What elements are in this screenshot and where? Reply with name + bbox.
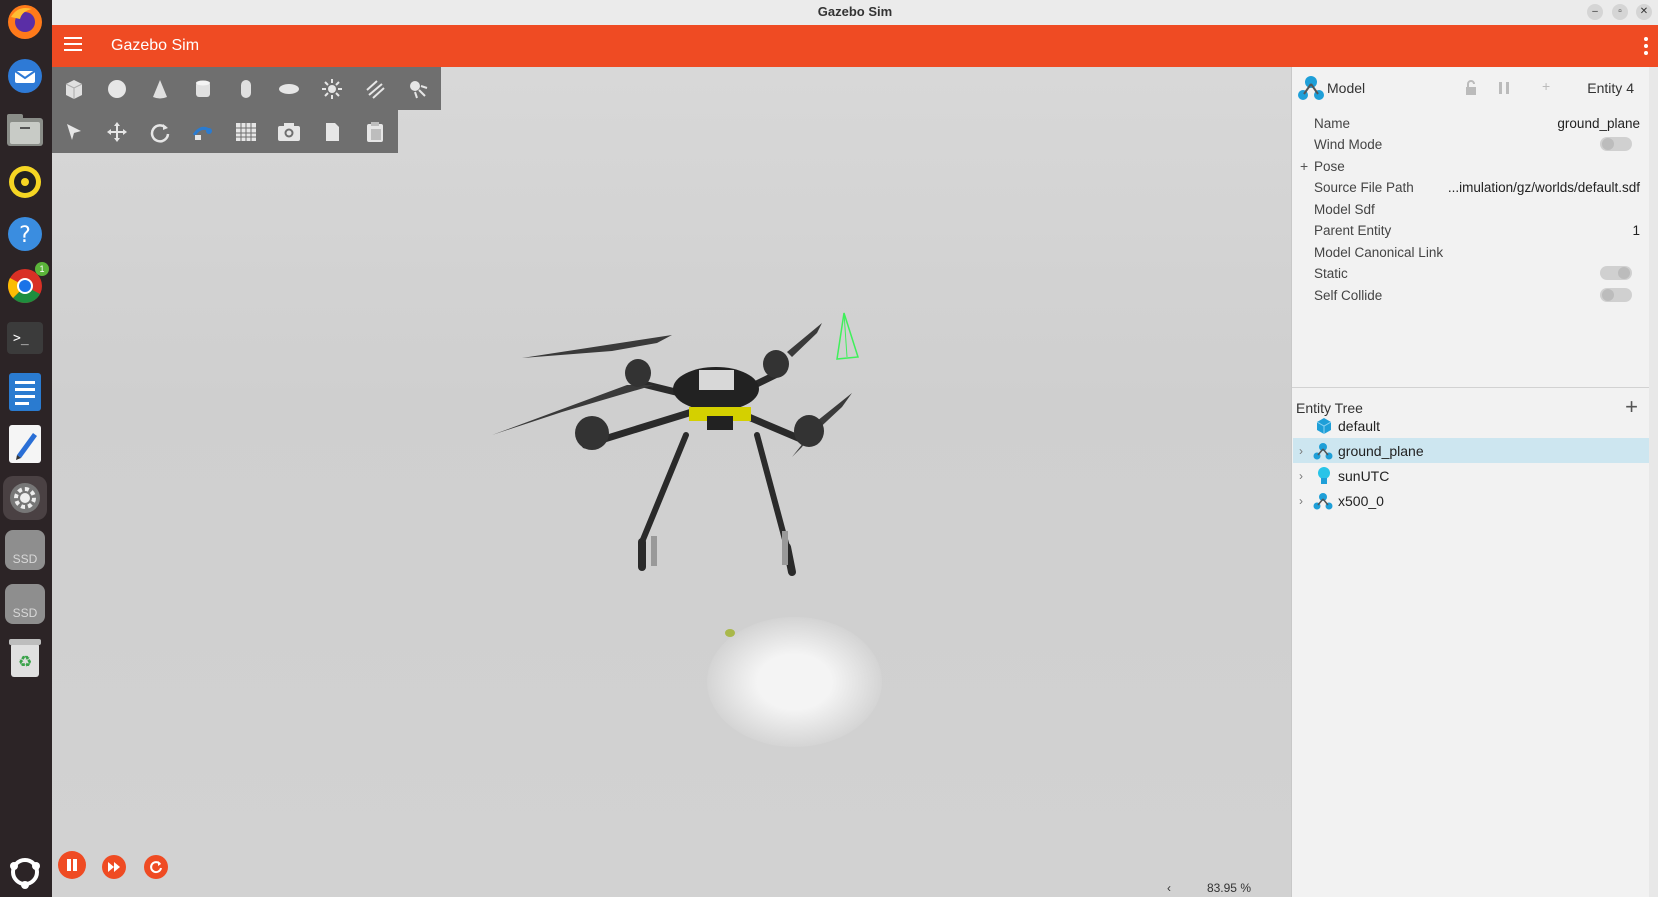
- minimize-button[interactable]: –: [1587, 4, 1603, 20]
- static-row: Static: [1292, 262, 1650, 284]
- right-panel: Model + Entity 4 Name ground_plane Wind …: [1291, 67, 1650, 897]
- tree-item-label: x500_0: [1338, 492, 1384, 509]
- self-collide-toggle[interactable]: [1600, 288, 1632, 302]
- svg-text:♻: ♻: [18, 652, 32, 671]
- property-label: Name: [1314, 115, 1351, 131]
- writer-icon[interactable]: [5, 372, 45, 412]
- property-label: Model Canonical Link: [1314, 244, 1444, 260]
- wind-mode-toggle[interactable]: [1600, 137, 1632, 151]
- thunderbird-icon[interactable]: [5, 56, 45, 96]
- property-label: Wind Mode: [1314, 136, 1383, 152]
- property-label: Source File Path: [1314, 179, 1414, 195]
- pose-row[interactable]: + Pose: [1292, 155, 1650, 177]
- entity-id-label: Entity 4: [1587, 80, 1634, 96]
- model-icon: [1313, 492, 1333, 509]
- text-editor-icon[interactable]: [5, 424, 45, 464]
- wind-mode-row: Wind Mode: [1292, 133, 1650, 155]
- tree-item-label: ground_plane: [1338, 442, 1424, 459]
- notification-badge: 1: [35, 262, 49, 276]
- source-file-path-row: Source File Path ...imulation/gz/worlds/…: [1292, 176, 1650, 198]
- source-file-path-value: ...imulation/gz/worlds/default.sdf: [1447, 179, 1640, 195]
- hamburger-menu-icon[interactable]: [64, 37, 82, 51]
- settings-icon[interactable]: [3, 476, 47, 520]
- component-type-label: Model: [1327, 80, 1366, 96]
- ubuntu-dock: ? 1 >_ SSD SSD ♻: [0, 0, 52, 897]
- more-options-icon[interactable]: [1640, 37, 1652, 57]
- svg-text:>_: >_: [13, 331, 29, 346]
- trash-icon[interactable]: ♻: [5, 638, 45, 678]
- parent-entity-row: Parent Entity 1: [1292, 219, 1650, 241]
- component-inspector-header: Model + Entity 4: [1292, 67, 1650, 109]
- property-label: Pose: [1314, 158, 1345, 174]
- right-scrollbar[interactable]: [1649, 67, 1658, 897]
- expand-icon[interactable]: +: [1300, 158, 1308, 174]
- tree-item-default[interactable]: default: [1293, 413, 1650, 438]
- show-apps-icon[interactable]: [5, 852, 45, 892]
- terminal-icon[interactable]: >_: [5, 318, 45, 358]
- model-sdf-row: Model Sdf: [1292, 198, 1650, 220]
- name-row: Name ground_plane: [1292, 112, 1650, 134]
- property-label: Self Collide: [1314, 287, 1383, 303]
- chevron-right-icon[interactable]: ›: [1299, 469, 1303, 483]
- model-icon: [1298, 76, 1324, 100]
- step-forward-button[interactable]: [102, 855, 126, 879]
- name-value: ground_plane: [1557, 115, 1640, 131]
- rhythmbox-icon[interactable]: [5, 162, 45, 202]
- window-titlebar: Gazebo Sim – ▫ ✕: [52, 0, 1658, 26]
- model-canonical-link-row: Model Canonical Link: [1292, 241, 1650, 263]
- chevron-right-icon[interactable]: ›: [1299, 444, 1303, 458]
- maximize-button[interactable]: ▫: [1612, 4, 1628, 20]
- ssd-drive-icon[interactable]: SSD: [5, 530, 45, 570]
- pause-button[interactable]: [58, 851, 86, 879]
- pause-updates-icon[interactable]: [1497, 80, 1511, 96]
- collapse-stats-arrow-icon[interactable]: ‹: [1167, 881, 1171, 895]
- lock-icon[interactable]: [1464, 80, 1478, 96]
- model-icon: [1313, 442, 1333, 459]
- real-time-factor: 83.95 %: [1206, 881, 1251, 895]
- ssd-drive-icon[interactable]: SSD: [5, 584, 45, 624]
- close-button[interactable]: ✕: [1636, 4, 1652, 20]
- self-collide-row: Self Collide: [1292, 284, 1650, 306]
- property-label: Model Sdf: [1314, 201, 1375, 217]
- property-label: Parent Entity: [1314, 222, 1392, 238]
- help-icon[interactable]: ?: [5, 214, 45, 254]
- tree-item-label: sunUTC: [1338, 467, 1390, 484]
- parent-entity-value: 1: [1632, 222, 1640, 238]
- svg-text:?: ?: [19, 223, 31, 248]
- world-cube-icon: [1316, 417, 1332, 434]
- drone-model[interactable]: [52, 67, 1291, 897]
- reset-button[interactable]: [144, 855, 168, 879]
- add-component-icon[interactable]: +: [1542, 78, 1550, 94]
- tree-item-sunutc[interactable]: › sunUTC: [1293, 463, 1650, 488]
- tree-item-ground-plane[interactable]: › ground_plane: [1293, 438, 1650, 463]
- app-bar: Gazebo Sim: [52, 25, 1658, 67]
- files-icon[interactable]: [5, 110, 45, 150]
- app-title: Gazebo Sim: [111, 37, 200, 54]
- window-title: Gazebo Sim: [817, 4, 893, 19]
- light-bulb-icon: [1318, 466, 1330, 484]
- chrome-icon[interactable]: 1: [5, 262, 49, 306]
- property-label: Static: [1314, 265, 1348, 281]
- static-toggle[interactable]: [1600, 266, 1632, 280]
- light-source-marker[interactable]: [724, 628, 736, 638]
- firefox-icon[interactable]: [5, 2, 45, 42]
- chevron-right-icon[interactable]: ›: [1299, 494, 1303, 508]
- tree-item-x500-0[interactable]: › x500_0: [1293, 488, 1650, 513]
- scene-viewport[interactable]: ‹ 83.95 %: [52, 67, 1291, 897]
- tree-item-label: default: [1338, 417, 1381, 434]
